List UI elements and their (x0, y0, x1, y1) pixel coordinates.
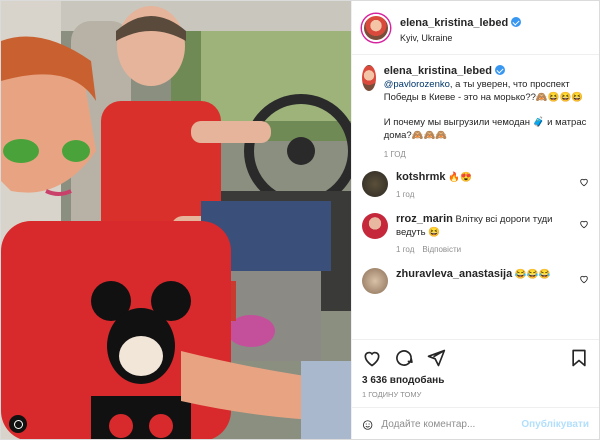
author-meta: elena_kristina_lebed Kyiv, Ukraine (400, 13, 522, 43)
share-icon[interactable] (426, 348, 446, 368)
commenter-avatar[interactable] (362, 171, 388, 197)
comment-time: 1 год (396, 190, 415, 199)
caption-username[interactable]: elena_kristina_lebed (384, 65, 492, 77)
comment-text: 😂😂😂 (514, 269, 551, 280)
post-actions (352, 339, 599, 375)
emoji-icon[interactable] (362, 415, 373, 435)
heart-icon[interactable] (579, 274, 589, 284)
commenter-avatar[interactable] (362, 268, 388, 294)
verified-icon (494, 65, 505, 75)
comment-input[interactable] (381, 419, 514, 430)
verified-icon (511, 16, 522, 27)
photo-illustration (1, 1, 351, 439)
caption-mention[interactable]: @pavlorozenko (384, 79, 450, 90)
add-comment-bar: Опублікувати (352, 407, 599, 439)
comment-time: 1 год (396, 245, 415, 254)
caption-text-2: И почему мы выгрузили чемодан 🧳 и матрас… (383, 117, 587, 141)
heart-icon[interactable] (579, 219, 589, 229)
caption-time: 1 год (383, 150, 406, 159)
comment-icon[interactable] (394, 348, 414, 368)
author-avatar[interactable] (362, 13, 390, 42)
post-window: elena_kristina_lebed Kyiv, Ukraine elena… (0, 0, 600, 440)
post-sidebar: elena_kristina_lebed Kyiv, Ukraine elena… (351, 1, 599, 439)
comment-item: kotshrmk 🔥😍 1 год (362, 171, 589, 201)
instagram-logo-icon (9, 415, 27, 433)
post-photo[interactable] (1, 1, 351, 439)
comment-text: 🔥😍 (448, 172, 472, 183)
author-username[interactable]: elena_kristina_lebed (400, 17, 508, 29)
likes-count[interactable]: 3 636 вподобань (352, 375, 599, 386)
caption-body: elena_kristina_lebed @pavlorozenko, а ты… (384, 65, 589, 159)
post-header: elena_kristina_lebed Kyiv, Ukraine (352, 1, 599, 55)
comments-list: elena_kristina_lebed @pavlorozenko, а ты… (352, 55, 599, 339)
bookmark-icon[interactable] (569, 348, 589, 368)
comment-item: rroz_marin Влітку всі дороги туди ведуть… (362, 213, 589, 256)
heart-icon[interactable] (362, 348, 382, 368)
reply-button[interactable]: Відповісти (422, 243, 461, 256)
post-time: 1 годину тому (362, 390, 422, 399)
comment-username[interactable]: zhuravleva_anastasija (396, 268, 512, 280)
publish-button[interactable]: Опублікувати (521, 419, 589, 430)
comment-username[interactable]: kotshrmk (396, 171, 446, 183)
comment-item: zhuravleva_anastasija 😂😂😂 (362, 268, 589, 294)
caption: elena_kristina_lebed @pavlorozenko, а ты… (362, 65, 589, 159)
comment-username[interactable]: rroz_marin (396, 213, 453, 225)
post-location[interactable]: Kyiv, Ukraine (400, 33, 521, 43)
commenter-avatar[interactable] (362, 213, 388, 239)
caption-avatar[interactable] (362, 65, 376, 91)
heart-icon[interactable] (579, 177, 589, 187)
